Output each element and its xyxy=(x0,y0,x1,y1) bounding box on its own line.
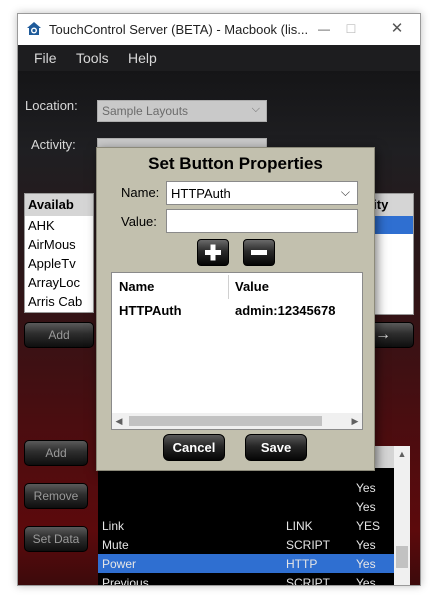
value-label: Value: xyxy=(121,214,157,229)
minimize-button[interactable]: — xyxy=(309,18,339,40)
table-row[interactable]: Yes xyxy=(98,478,394,497)
location-label: Location: xyxy=(25,98,78,113)
add-top-button[interactable]: Add xyxy=(24,322,94,348)
name-select[interactable]: HTTPAuth ⌵ xyxy=(166,181,358,205)
available-list-header: Availab xyxy=(25,194,93,216)
value-column-header: Value xyxy=(235,279,269,294)
title-bar: TouchControl Server (BETA) - Macbook (li… xyxy=(18,14,420,45)
list-item[interactable]: Arris Cab xyxy=(25,292,93,311)
location-value: Sample Layouts xyxy=(102,104,189,118)
row-data-cell: Yes xyxy=(356,481,376,495)
dialog-title: Set Button Properties xyxy=(148,154,323,173)
scroll-thumb[interactable] xyxy=(129,416,322,426)
arrow-right-icon: → xyxy=(375,326,391,343)
name-column-header: Name xyxy=(119,279,155,294)
add-button[interactable]: Add xyxy=(24,440,88,466)
maximize-button[interactable]: ☐ xyxy=(336,18,366,40)
table-row[interactable]: Link LINK YES xyxy=(98,516,394,535)
list-item[interactable]: AHK xyxy=(25,216,93,235)
row-data-cell: Yes xyxy=(356,576,376,586)
property-name-cell[interactable]: HTTPAuth xyxy=(119,303,182,318)
row-name-cell: Link xyxy=(102,519,125,533)
menu-file[interactable]: File xyxy=(34,50,57,66)
row-data-cell: YES xyxy=(356,519,381,533)
menu-help[interactable]: Help xyxy=(128,50,157,66)
scroll-up-icon[interactable]: ▲ xyxy=(394,446,410,462)
chevron-down-icon: ⌵ xyxy=(251,103,260,115)
available-list: Availab AHK AirMous AppleTv ArrayLoc Arr… xyxy=(24,193,94,313)
save-button[interactable]: Save xyxy=(245,434,307,461)
list-item[interactable]: AirMous xyxy=(25,235,93,254)
close-button[interactable]: ✕ xyxy=(382,18,412,40)
table-row[interactable]: Yes xyxy=(98,497,394,516)
name-select-value: HTTPAuth xyxy=(171,186,231,201)
activity-label: Activity: xyxy=(31,137,76,152)
location-dropdown[interactable]: Sample Layouts ⌵ xyxy=(97,100,267,122)
app-window: TouchControl Server (BETA) - Macbook (li… xyxy=(17,13,421,586)
row-name-cell: Power xyxy=(102,557,137,571)
remove-property-button[interactable] xyxy=(243,239,275,266)
minus-icon xyxy=(251,250,267,255)
column-divider xyxy=(228,275,229,299)
scroll-thumb[interactable] xyxy=(396,546,408,568)
row-type-cell: LINK xyxy=(286,519,313,533)
table-row[interactable]: Mute SCRIPT Yes xyxy=(98,535,394,554)
row-data-cell: Yes xyxy=(356,538,376,552)
chevron-down-icon: ⌵ xyxy=(340,185,350,199)
property-value-cell[interactable]: admin:12345678 xyxy=(235,303,335,318)
name-label: Name: xyxy=(121,185,160,200)
list-item[interactable]: AppleTv xyxy=(25,254,93,273)
set-data-button[interactable]: Set Data xyxy=(24,526,88,552)
row-type-cell: HTTP xyxy=(286,557,318,571)
value-input[interactable] xyxy=(166,209,358,233)
row-data-cell: Yes xyxy=(356,500,376,514)
cancel-button[interactable]: Cancel xyxy=(163,434,225,461)
table-row[interactable]: Previous SCRIPT Yes xyxy=(98,573,394,586)
row-type-cell: SCRIPT xyxy=(286,576,331,586)
menu-bar: File Tools Help xyxy=(18,45,420,71)
properties-table: Name Value HTTPAuth admin:12345678 ◀ ▶ xyxy=(111,272,363,430)
scroll-right-icon[interactable]: ▶ xyxy=(348,413,362,429)
menu-tools[interactable]: Tools xyxy=(76,50,109,66)
row-name-cell: Mute xyxy=(102,538,129,552)
remove-button[interactable]: Remove xyxy=(24,483,88,509)
add-property-button[interactable] xyxy=(197,239,229,266)
window-title: TouchControl Server (BETA) - Macbook (li… xyxy=(49,22,309,37)
row-type-cell: SCRIPT xyxy=(286,538,331,552)
app-icon xyxy=(27,22,41,35)
horizontal-scrollbar[interactable]: ◀ ▶ xyxy=(112,413,362,429)
row-name-cell: Previous xyxy=(102,576,149,586)
set-button-properties-dialog: Set Button Properties Name: HTTPAuth ⌵ V… xyxy=(96,147,375,471)
scroll-left-icon[interactable]: ◀ xyxy=(112,413,126,429)
row-data-cell: Yes xyxy=(356,557,376,571)
plus-icon xyxy=(205,244,221,261)
table-row[interactable]: Power HTTP Yes xyxy=(98,554,394,573)
vertical-scrollbar[interactable]: ▲ ▼ xyxy=(394,446,410,585)
list-item[interactable]: ArrayLoc xyxy=(25,273,93,292)
